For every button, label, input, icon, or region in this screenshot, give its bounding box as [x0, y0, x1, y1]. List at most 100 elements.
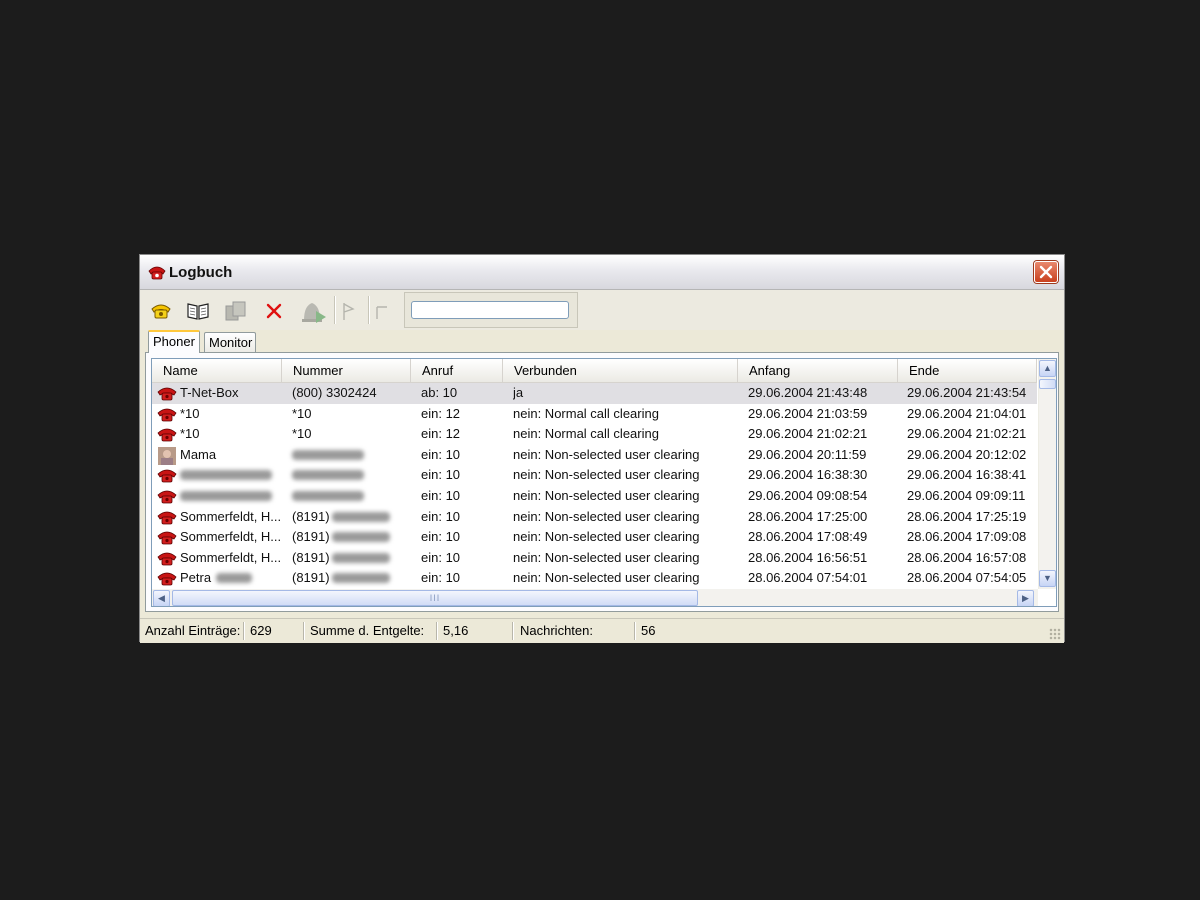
phone-icon: [157, 550, 177, 566]
status-bar: Anzahl Einträge: 629 Summe d. Entgelte: …: [140, 618, 1064, 643]
cell-nummer: (800) 3302424: [292, 385, 377, 400]
scroll-down-icon[interactable]: ▼: [1039, 570, 1056, 587]
cell-name: *10: [180, 405, 200, 421]
flag-icon: [339, 298, 365, 324]
cell-anfang: 29.06.2004 20:11:59: [748, 446, 867, 462]
call-log-list[interactable]: Name Nummer Anruf Verbunden Anfang Ende …: [151, 358, 1057, 607]
delete-icon[interactable]: [261, 298, 287, 324]
table-row[interactable]: Petra (8191) ein: 10 nein: Non-selected use…: [152, 568, 1037, 589]
messages-label: Nachrichten:: [520, 623, 593, 638]
cell-anruf: ein: 10: [421, 549, 461, 565]
phone-icon: [157, 529, 177, 545]
cell-verbunden: ja: [513, 385, 524, 400]
horizontal-scrollbar[interactable]: ◀ III ▶: [152, 589, 1038, 606]
phone-icon: [157, 426, 177, 442]
cell-verbunden: nein: Normal call clearing: [513, 405, 659, 421]
cell-name: Sommerfeldt, H...: [180, 508, 280, 524]
cell-verbunden: nein: Non-selected user clearing: [513, 529, 700, 545]
vertical-scroll-thumb[interactable]: [1039, 379, 1056, 389]
cell-ende: 28.06.2004 17:25:19: [907, 508, 1027, 524]
entries-value: 629: [250, 623, 272, 638]
cell-verbunden: nein: Normal call clearing: [513, 426, 659, 442]
column-header-anfang[interactable]: Anfang: [738, 359, 898, 382]
table-row[interactable]: T-Net-Box (800) 3302424 ab: 10 ja 29.06.2004…: [152, 383, 1037, 404]
table-row[interactable]: Sommerfeldt, H... (8191) ein: 10 nein: Non-…: [152, 507, 1037, 528]
cell-anfang: 29.06.2004 09:08:54: [748, 488, 868, 503]
phone-icon: [157, 385, 177, 401]
column-header-ende[interactable]: Ende: [898, 359, 1037, 382]
cell-anruf: ein: 10: [421, 529, 461, 545]
cell-ende: 29.06.2004 20:12:02: [907, 446, 1027, 462]
dial-phone-icon[interactable]: [148, 298, 174, 324]
toolbar: [140, 290, 1064, 330]
cell-verbunden: nein: Non-selected user clearing: [513, 488, 700, 503]
cell-verbunden: nein: Non-selected user clearing: [513, 508, 700, 524]
table-row[interactable]: Mama ein: 10 nein: Non-selected user clear…: [152, 445, 1037, 466]
copy-icon: [223, 298, 249, 324]
cell-anruf: ab: 10: [421, 385, 458, 400]
callback-bell-icon: [298, 298, 326, 324]
cell-ende: 28.06.2004 17:09:08: [907, 529, 1027, 545]
vertical-scrollbar[interactable]: ▲ ▼: [1038, 359, 1056, 589]
search-box: [404, 292, 578, 328]
address-book-icon[interactable]: [185, 298, 211, 324]
cell-anruf: ein: 12: [421, 426, 461, 442]
column-header-name[interactable]: Name: [152, 359, 282, 382]
cell-anfang: 28.06.2004 17:08:49: [748, 529, 868, 545]
column-header-verbunden[interactable]: Verbunden: [503, 359, 738, 382]
title-bar[interactable]: Logbuch: [140, 255, 1064, 290]
redacted-text: [332, 552, 390, 563]
column-header-nummer[interactable]: Nummer: [282, 359, 411, 382]
phone-icon: [157, 406, 177, 422]
fees-value: 5,16: [443, 623, 469, 638]
cell-nummer: *10: [292, 405, 312, 421]
table-row[interactable]: ein: 10 nein: Non-selected user clearing 2…: [152, 486, 1037, 507]
cell-anfang: 29.06.2004 21:43:48: [748, 385, 868, 400]
scroll-left-icon[interactable]: ◀: [153, 590, 170, 606]
redacted-text: [180, 491, 272, 501]
horizontal-scroll-thumb[interactable]: III: [172, 590, 698, 606]
table-row[interactable]: ein: 10 nein: Non-selected user clearing 2…: [152, 465, 1037, 486]
close-icon: [1039, 265, 1053, 279]
cell-ende: 28.06.2004 16:57:08: [907, 549, 1027, 565]
cell-anfang: 28.06.2004 16:56:51: [748, 549, 868, 565]
cell-anfang: 29.06.2004 16:38:30: [748, 467, 868, 483]
cell-anruf: ein: 10: [421, 446, 461, 462]
redacted-text: [292, 491, 364, 501]
cell-verbunden: nein: Non-selected user clearing: [513, 446, 700, 462]
redacted-text: [332, 511, 390, 522]
cell-anfang: 28.06.2004 17:25:00: [748, 508, 868, 524]
logbuch-window: Logbuch Phoner Monitor Name Nummer Anruf…: [139, 254, 1065, 643]
column-header-anruf[interactable]: Anruf: [411, 359, 503, 382]
window-title: Logbuch: [169, 264, 233, 281]
table-row[interactable]: Sommerfeldt, H... (8191) ein: 10 nein: Non-…: [152, 527, 1037, 548]
tab-monitor[interactable]: Monitor: [204, 332, 256, 352]
scroll-up-icon[interactable]: ▲: [1039, 360, 1056, 377]
redacted-text: [180, 470, 272, 481]
table-row[interactable]: Sommerfeldt, H... (8191) ein: 10 nein: Non-…: [152, 548, 1037, 569]
search-input[interactable]: [411, 301, 569, 319]
redacted-text: [216, 573, 252, 584]
phone-icon: [148, 266, 166, 280]
scroll-right-icon[interactable]: ▶: [1017, 590, 1034, 606]
resize-grip[interactable]: [1049, 628, 1061, 640]
cell-anruf: ein: 12: [421, 405, 461, 421]
entries-label: Anzahl Einträge:: [145, 623, 241, 638]
cell-ende: 29.06.2004 09:09:11: [907, 488, 1026, 503]
close-button[interactable]: [1034, 261, 1058, 283]
tab-phoner[interactable]: Phoner: [148, 330, 200, 353]
cell-ende: 29.06.2004 21:02:21: [907, 426, 1027, 442]
cell-name: Sommerfeldt, H...: [180, 529, 280, 545]
cell-anfang: 29.06.2004 21:02:21: [748, 426, 868, 442]
table-row[interactable]: *10 *10 ein: 12 nein: Normal call clearing 2…: [152, 404, 1037, 425]
cell-anruf: ein: 10: [421, 570, 461, 586]
cell-anfang: 28.06.2004 07:54:01: [748, 570, 868, 586]
tab-strip: Phoner Monitor: [146, 330, 1064, 353]
phone-icon: [157, 488, 177, 504]
cell-name: T-Net-Box: [180, 385, 239, 400]
table-row[interactable]: *10 *10 ein: 12 nein: Normal call clearing 2…: [152, 424, 1037, 445]
cell-nummer: *10: [292, 426, 312, 442]
cell-anfang: 29.06.2004 21:03:59: [748, 405, 868, 421]
cell-ende: 29.06.2004 16:38:41: [907, 467, 1027, 483]
cell-anruf: ein: 10: [421, 508, 461, 524]
